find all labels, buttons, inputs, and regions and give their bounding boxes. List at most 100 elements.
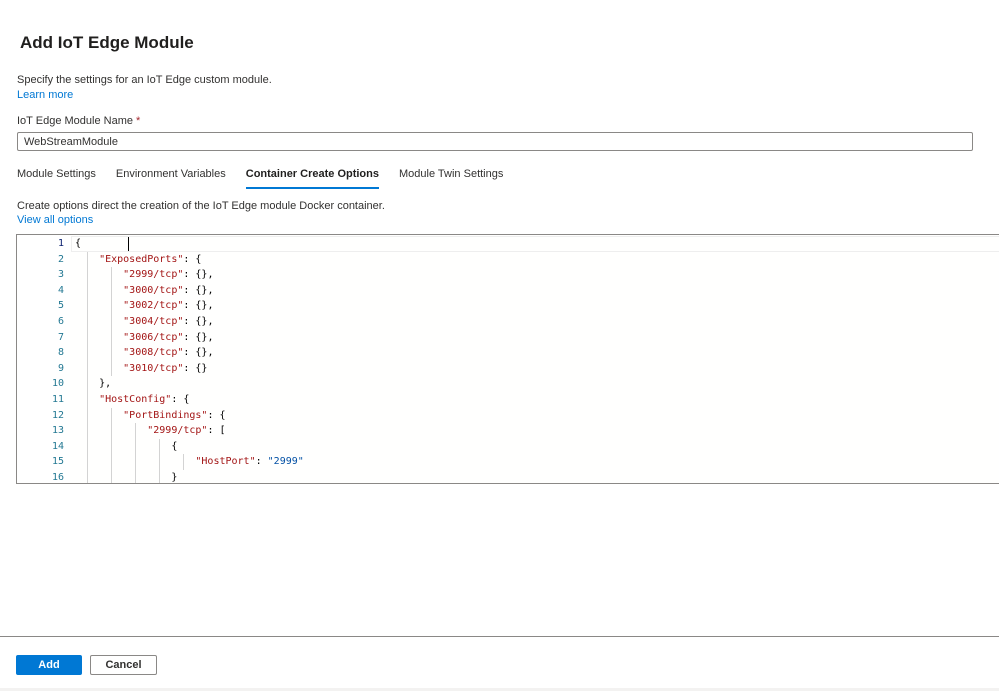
indent-guide: [111, 282, 113, 299]
tab-container-create-options[interactable]: Container Create Options: [245, 164, 380, 190]
json-string: "2999": [267, 456, 304, 468]
line-number: 1: [57, 238, 64, 249]
code-area[interactable]: {"ExposedPorts": {"2999/tcp": {}, "3000/t…: [71, 235, 999, 483]
json-punctuation: : {: [207, 409, 226, 421]
line-number: 12: [51, 409, 64, 421]
json-punctuation: : {},: [183, 269, 214, 281]
current-line-highlight: [71, 236, 999, 252]
indent-guide: [87, 407, 88, 424]
json-punctuation: }: [171, 472, 178, 483]
json-key: "ExposedPorts": [99, 253, 184, 265]
json-punctuation: : {},: [183, 284, 214, 296]
indent-guide: [87, 376, 88, 392]
module-name-input[interactable]: [17, 132, 973, 151]
code-line: {: [171, 439, 177, 455]
json-punctuation: : {},: [183, 300, 214, 312]
code-line: "HostPort": "2999": [195, 454, 303, 470]
add-button[interactable]: Add: [16, 655, 82, 675]
json-punctuation: : {},: [183, 316, 214, 327]
indent-guide: [87, 329, 88, 346]
line-number: 6: [57, 316, 64, 327]
json-key: "2999/tcp": [123, 269, 184, 281]
code-line: {: [75, 236, 81, 252]
indent-guide: [159, 454, 161, 470]
indent-guide: [87, 298, 88, 314]
indent-guide: [87, 392, 88, 408]
code-line: "HostConfig": {: [99, 392, 189, 408]
json-key: "3002/tcp": [123, 300, 184, 312]
tab-environment-variables[interactable]: Environment Variables: [116, 164, 226, 190]
indent-guide: [159, 470, 161, 483]
json-punctuation: : {},: [183, 347, 214, 359]
code-line: "PortBindings": {: [123, 408, 225, 424]
json-punctuation: : {: [183, 253, 202, 265]
indent-guide: [111, 407, 113, 424]
line-number: 4: [57, 284, 64, 296]
indent-guide: [87, 360, 88, 377]
json-key: "3008/tcp": [123, 347, 184, 359]
code-line: "ExposedPorts": {: [99, 252, 201, 268]
indent-guide: [87, 470, 88, 483]
line-number: 3: [57, 269, 64, 281]
indent-guide: [111, 360, 113, 377]
json-key: "PortBindings": [123, 409, 208, 421]
indent-guide: [87, 345, 88, 361]
cancel-button[interactable]: Cancel: [90, 655, 157, 675]
indent-guide: [111, 267, 113, 283]
json-code-editor[interactable]: 1 2 3 4 5 6 7 8 9 10 11 12 13 14 15 16 {"ExposedPorts":…: [16, 234, 999, 484]
line-number: 2: [57, 253, 64, 265]
indent-guide: [87, 423, 88, 439]
indent-guide: [87, 438, 88, 455]
code-line: "3006/tcp": {},: [123, 330, 213, 346]
indent-guide: [183, 454, 185, 470]
code-line: "2999/tcp": {},: [123, 267, 213, 283]
line-number: 8: [57, 347, 64, 359]
code-line: "3002/tcp": {},: [123, 298, 213, 314]
line-number: 11: [51, 394, 64, 405]
tab-module-settings[interactable]: Module Settings: [17, 164, 96, 190]
page-description: Specify the settings for an IoT Edge cus…: [17, 74, 272, 86]
line-number: 7: [57, 331, 64, 343]
code-line: }: [171, 470, 178, 483]
json-punctuation: :: [255, 456, 268, 468]
indent-guide: [111, 345, 113, 361]
indent-guide: [87, 454, 88, 470]
json-key: "HostConfig": [99, 394, 172, 405]
container-options-description: Create options direct the creation of th…: [17, 200, 385, 212]
json-punctuation: : {: [171, 394, 190, 405]
json-key: "2999/tcp": [147, 425, 208, 437]
page-title: Add IoT Edge Module: [20, 33, 194, 52]
json-key: "3004/tcp": [123, 316, 184, 327]
indent-guide: [111, 438, 113, 455]
line-number-gutter: 1 2 3 4 5 6 7 8 9 10 11 12 13 14 15 16: [17, 235, 70, 483]
json-key: "3000/tcp": [123, 284, 184, 296]
indent-guide: [111, 314, 113, 330]
indent-guide: [111, 454, 113, 470]
json-punctuation: : {},: [183, 331, 214, 343]
indent-guide: [111, 423, 113, 439]
required-marker: *: [136, 115, 141, 127]
json-punctuation: },: [99, 378, 112, 390]
code-line: "3010/tcp": {}: [123, 361, 207, 377]
indent-guide: [135, 470, 137, 483]
line-number: 5: [57, 300, 64, 312]
line-number: 16: [51, 472, 64, 483]
indent-guide: [111, 298, 113, 314]
line-number: 10: [51, 378, 64, 390]
learn-more-link[interactable]: Learn more: [17, 89, 73, 101]
settings-tabs: Module Settings Environment Variables Co…: [17, 164, 523, 190]
tab-module-twin-settings[interactable]: Module Twin Settings: [399, 164, 503, 190]
code-line: "3008/tcp": {},: [123, 345, 213, 361]
code-line: "3000/tcp": {},: [123, 283, 213, 299]
line-number: 13: [51, 425, 64, 437]
code-line: },: [99, 376, 111, 392]
view-all-options-link[interactable]: View all options: [17, 214, 93, 226]
json-punctuation: : {}: [183, 362, 208, 374]
json-key: "3010/tcp": [123, 362, 184, 374]
module-name-label: IoT Edge Module Name *: [17, 115, 140, 127]
indent-guide: [111, 470, 113, 483]
indent-guide: [87, 267, 88, 283]
code-line: "2999/tcp": [: [147, 423, 225, 439]
json-punctuation: {: [171, 440, 178, 452]
json-punctuation: {: [75, 238, 82, 249]
